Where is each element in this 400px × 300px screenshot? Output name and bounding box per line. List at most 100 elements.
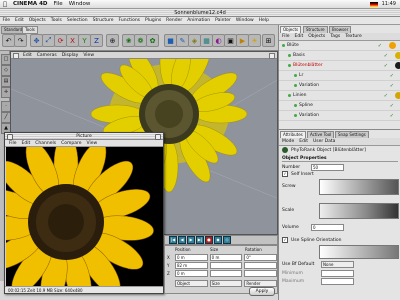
object-enabled-check-icon[interactable]: ✓ bbox=[378, 43, 382, 49]
object-list-item[interactable]: Variation ✓ bbox=[279, 111, 400, 121]
attr-number-field[interactable]: 50 bbox=[311, 164, 344, 171]
apple-menu-icon[interactable]:  bbox=[0, 1, 10, 8]
rotation-b-field[interactable] bbox=[244, 270, 277, 277]
material-tag-icon[interactable] bbox=[395, 92, 400, 99]
appmenu-selection[interactable]: Selection bbox=[64, 18, 90, 23]
material-tag-icon[interactable] bbox=[389, 42, 396, 49]
object-list-item[interactable]: Spline ✓ bbox=[279, 101, 400, 111]
self-insert-checkbox[interactable]: ✓ bbox=[282, 171, 288, 177]
coordinate-system-icon[interactable]: ⊕ bbox=[106, 34, 119, 47]
objmenu-texture[interactable]: Texture bbox=[345, 34, 361, 39]
object-enabled-check-icon[interactable]: ✓ bbox=[384, 63, 388, 69]
size-y-field[interactable] bbox=[209, 262, 243, 269]
rotation-h-field[interactable]: 0° bbox=[244, 254, 277, 261]
picture-menu-channels[interactable]: Channels bbox=[35, 141, 56, 146]
appmenu-help[interactable]: Help bbox=[256, 18, 271, 23]
objmenu-objects[interactable]: Objects bbox=[308, 34, 325, 39]
object-list-item[interactable]: Lr ✓ bbox=[279, 71, 400, 81]
picture-menu-edit[interactable]: Edit bbox=[22, 141, 31, 146]
object-list-item[interactable]: Blüte ✓ bbox=[279, 41, 400, 51]
objmenu-edit[interactable]: Edit bbox=[295, 34, 304, 39]
viewport-menu-display[interactable]: Display bbox=[62, 53, 79, 58]
use-spline-checkbox[interactable]: ✓ bbox=[282, 237, 288, 243]
viewport-menu-edit[interactable]: Edit bbox=[23, 53, 32, 58]
appmenu-animation[interactable]: Animation bbox=[185, 18, 213, 23]
auto-key-icon[interactable]: ◇ bbox=[223, 236, 231, 244]
appmenu-edit[interactable]: Edit bbox=[13, 18, 27, 23]
object-list-item[interactable]: Blütenblätter ✓ bbox=[279, 61, 400, 71]
menu-window[interactable]: Window bbox=[66, 1, 94, 7]
light-icon[interactable]: ☀ bbox=[248, 34, 261, 47]
goto-start-icon[interactable]: |◀ bbox=[169, 236, 177, 244]
viewport-menu-cameras[interactable]: Cameras bbox=[37, 53, 57, 58]
appmenu-file[interactable]: File bbox=[0, 18, 13, 23]
attr-volume-field[interactable]: 0 bbox=[311, 224, 344, 231]
attrmenu-user-data[interactable]: User Data bbox=[313, 139, 335, 144]
appmenu-window[interactable]: Window bbox=[233, 18, 256, 23]
step-back-icon[interactable]: ◀ bbox=[178, 236, 186, 244]
attrmenu-mode[interactable]: Mode bbox=[282, 139, 294, 144]
position-z-field[interactable]: 0 m bbox=[174, 270, 208, 277]
attrmenu-edit[interactable]: Edit bbox=[299, 139, 308, 144]
object-list-item[interactable]: Basis ✓ bbox=[279, 51, 400, 61]
keyframe-icon[interactable]: ◆ bbox=[214, 236, 222, 244]
material-tag-icon[interactable] bbox=[395, 52, 400, 59]
object-enabled-check-icon[interactable]: ✓ bbox=[384, 93, 388, 99]
object-list-item[interactable]: Linien ✓ bbox=[279, 91, 400, 101]
object-enabled-check-icon[interactable]: ✓ bbox=[390, 73, 394, 79]
appmenu-functions[interactable]: Functions bbox=[116, 18, 143, 23]
language-flag-icon[interactable] bbox=[369, 1, 378, 7]
redo-icon[interactable]: ↷ bbox=[14, 34, 27, 47]
animation-timeline: |◀ ◀ ▶ ▶| ● ◆ ◇ bbox=[164, 235, 278, 245]
step-forward-icon[interactable]: ▶| bbox=[196, 236, 204, 244]
attr-extra-dropdown[interactable]: None bbox=[321, 261, 354, 268]
picture-viewer-title-bar[interactable]: Picture bbox=[5, 133, 163, 140]
attr-minimum-field[interactable] bbox=[321, 270, 354, 277]
object-enabled-check-icon[interactable]: ✓ bbox=[390, 113, 394, 119]
object-enabled-check-icon[interactable]: ✓ bbox=[390, 83, 394, 89]
appmenu-objects[interactable]: Objects bbox=[26, 18, 48, 23]
orientation-curve-graph[interactable] bbox=[319, 245, 399, 259]
size-z-field[interactable] bbox=[209, 270, 243, 277]
record-icon[interactable]: ● bbox=[205, 236, 213, 244]
viewport-menu-view[interactable]: View bbox=[83, 53, 94, 58]
picture-menu-view[interactable]: View bbox=[87, 141, 98, 146]
size-x-field[interactable]: 0 m bbox=[209, 254, 243, 261]
size-mode-dropdown[interactable]: Size bbox=[209, 280, 243, 287]
picture-viewer-window[interactable]: Picture File Edit Channels Compare View bbox=[4, 132, 164, 294]
objmenu-file[interactable]: File bbox=[282, 34, 290, 39]
object-list-item[interactable]: Variation ✓ bbox=[279, 81, 400, 91]
objmenu-tags[interactable]: Tags bbox=[330, 34, 340, 39]
object-enabled-check-icon[interactable]: ✓ bbox=[390, 103, 394, 109]
attr-maximum-field[interactable] bbox=[321, 278, 354, 285]
rotation-p-field[interactable] bbox=[244, 262, 277, 269]
position-x-field[interactable]: 0 m bbox=[174, 254, 208, 261]
axis-z-icon[interactable]: Z bbox=[90, 34, 103, 47]
appmenu-tools[interactable]: Tools bbox=[48, 18, 64, 23]
scale-curve-graph[interactable] bbox=[319, 203, 399, 219]
appmenu-render[interactable]: Render bbox=[164, 18, 185, 23]
render-mode-dropdown[interactable]: Render bbox=[244, 280, 277, 287]
appmenu-structure[interactable]: Structure bbox=[90, 18, 116, 23]
coord-mode-dropdown[interactable]: Object bbox=[174, 280, 208, 287]
attr-use-spline-label: Use Spline Orientation bbox=[291, 237, 342, 243]
screw-curve-graph[interactable] bbox=[319, 179, 399, 195]
picture-menu-compare[interactable]: Compare bbox=[61, 141, 81, 146]
object-name: Variation bbox=[299, 83, 319, 88]
picture-menu-file[interactable]: File bbox=[9, 141, 17, 146]
toolbar-tab-tools[interactable]: Tools bbox=[22, 26, 38, 34]
object-name: Spline bbox=[299, 103, 313, 108]
menu-app-cinema4d[interactable]: CINEMA 4D bbox=[10, 1, 50, 7]
position-y-field[interactable]: 82 m bbox=[174, 262, 208, 269]
appmenu-painter[interactable]: Painter bbox=[213, 18, 234, 23]
appmenu-plugins[interactable]: Plugins bbox=[143, 18, 164, 23]
menu-file[interactable]: File bbox=[50, 1, 65, 7]
material-tag-icon[interactable] bbox=[395, 62, 400, 69]
play-icon[interactable]: ▶ bbox=[187, 236, 195, 244]
render-settings-icon[interactable]: ✿ bbox=[146, 34, 159, 47]
parameter-icon[interactable]: ⊞ bbox=[262, 34, 275, 47]
object-enabled-check-icon[interactable]: ✓ bbox=[384, 53, 388, 59]
apply-button[interactable]: Apply bbox=[249, 287, 275, 296]
object-name: Lr bbox=[299, 73, 304, 78]
window-title-bar[interactable]: Sonnenblume12.c4d bbox=[0, 9, 400, 17]
